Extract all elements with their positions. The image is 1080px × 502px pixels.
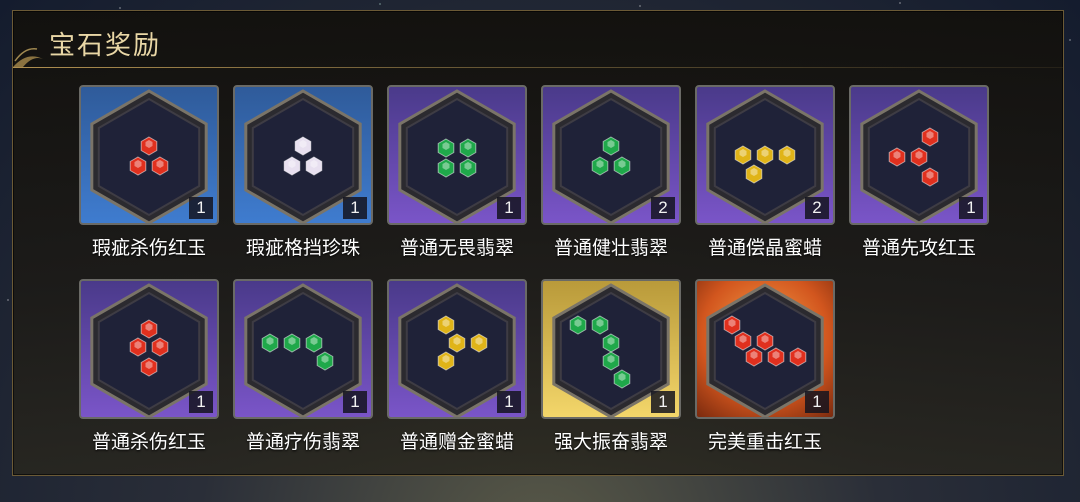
gem-card[interactable]: 1 <box>233 279 373 419</box>
count-badge: 1 <box>651 391 675 413</box>
gem-card[interactable]: 2 <box>541 85 681 225</box>
count-badge: 1 <box>189 197 213 219</box>
gem-card[interactable]: 1 <box>79 85 219 225</box>
gem-card[interactable]: 1 <box>695 279 835 419</box>
gem-name-label: 普通无畏翡翠 <box>399 237 514 259</box>
gem-name-label: 普通先攻红玉 <box>861 237 976 259</box>
reward-item[interactable]: 2 普通偿晶蜜蜡 <box>695 85 835 259</box>
gem-card[interactable]: 1 <box>387 85 527 225</box>
count-badge: 2 <box>805 197 829 219</box>
reward-item[interactable]: 1 普通赠金蜜蜡 <box>387 279 527 453</box>
gem-name-label: 强大振奋翡翠 <box>553 431 668 453</box>
count-badge: 1 <box>959 197 983 219</box>
gem-name-label: 普通赠金蜜蜡 <box>399 431 514 453</box>
reward-item[interactable]: 2 普通健壮翡翠 <box>541 85 681 259</box>
gem-card[interactable]: 1 <box>541 279 681 419</box>
gem-name-label: 普通偿晶蜜蜡 <box>707 237 822 259</box>
gem-card[interactable]: 1 <box>387 279 527 419</box>
count-badge: 1 <box>497 391 521 413</box>
reward-item[interactable]: 1 完美重击红玉 <box>695 279 835 453</box>
gem-name-label: 普通杀伤红玉 <box>91 431 206 453</box>
panel-title: 宝石奖励 <box>49 31 162 61</box>
reward-item[interactable]: 1 普通疗伤翡翠 <box>233 279 373 453</box>
reward-item[interactable]: 1 普通先攻红玉 <box>849 85 989 259</box>
reward-item[interactable]: 1 瑕疵杀伤红玉 <box>79 85 219 259</box>
gem-name-label: 普通疗伤翡翠 <box>245 431 360 453</box>
reward-item[interactable]: 1 强大振奋翡翠 <box>541 279 681 453</box>
count-badge: 1 <box>497 197 521 219</box>
reward-item[interactable]: 1 瑕疵格挡珍珠 <box>233 85 373 259</box>
count-badge: 1 <box>805 391 829 413</box>
gem-card[interactable]: 1 <box>233 85 373 225</box>
count-badge: 1 <box>343 197 367 219</box>
gem-name-label: 瑕疵杀伤红玉 <box>91 237 206 259</box>
gem-name-label: 完美重击红玉 <box>707 431 822 453</box>
title-divider <box>13 67 1063 68</box>
reward-item[interactable]: 1 普通无畏翡翠 <box>387 85 527 259</box>
gem-card[interactable]: 1 <box>79 279 219 419</box>
reward-item[interactable]: 1 普通杀伤红玉 <box>79 279 219 453</box>
gem-name-label: 瑕疵格挡珍珠 <box>245 237 360 259</box>
count-badge: 1 <box>189 391 213 413</box>
gem-name-label: 普通健壮翡翠 <box>553 237 668 259</box>
gem-reward-panel: 宝石奖励 1 瑕疵杀伤红玉 1 瑕疵格挡珍珠 1 普通无畏翡翠 2 普通健壮翡翠 2 普通偿晶蜜蜡… <box>12 10 1064 476</box>
gem-card[interactable]: 1 <box>849 85 989 225</box>
gem-card[interactable]: 2 <box>695 85 835 225</box>
title-bar: 宝石奖励 <box>13 11 1063 69</box>
count-badge: 1 <box>343 391 367 413</box>
count-badge: 2 <box>651 197 675 219</box>
